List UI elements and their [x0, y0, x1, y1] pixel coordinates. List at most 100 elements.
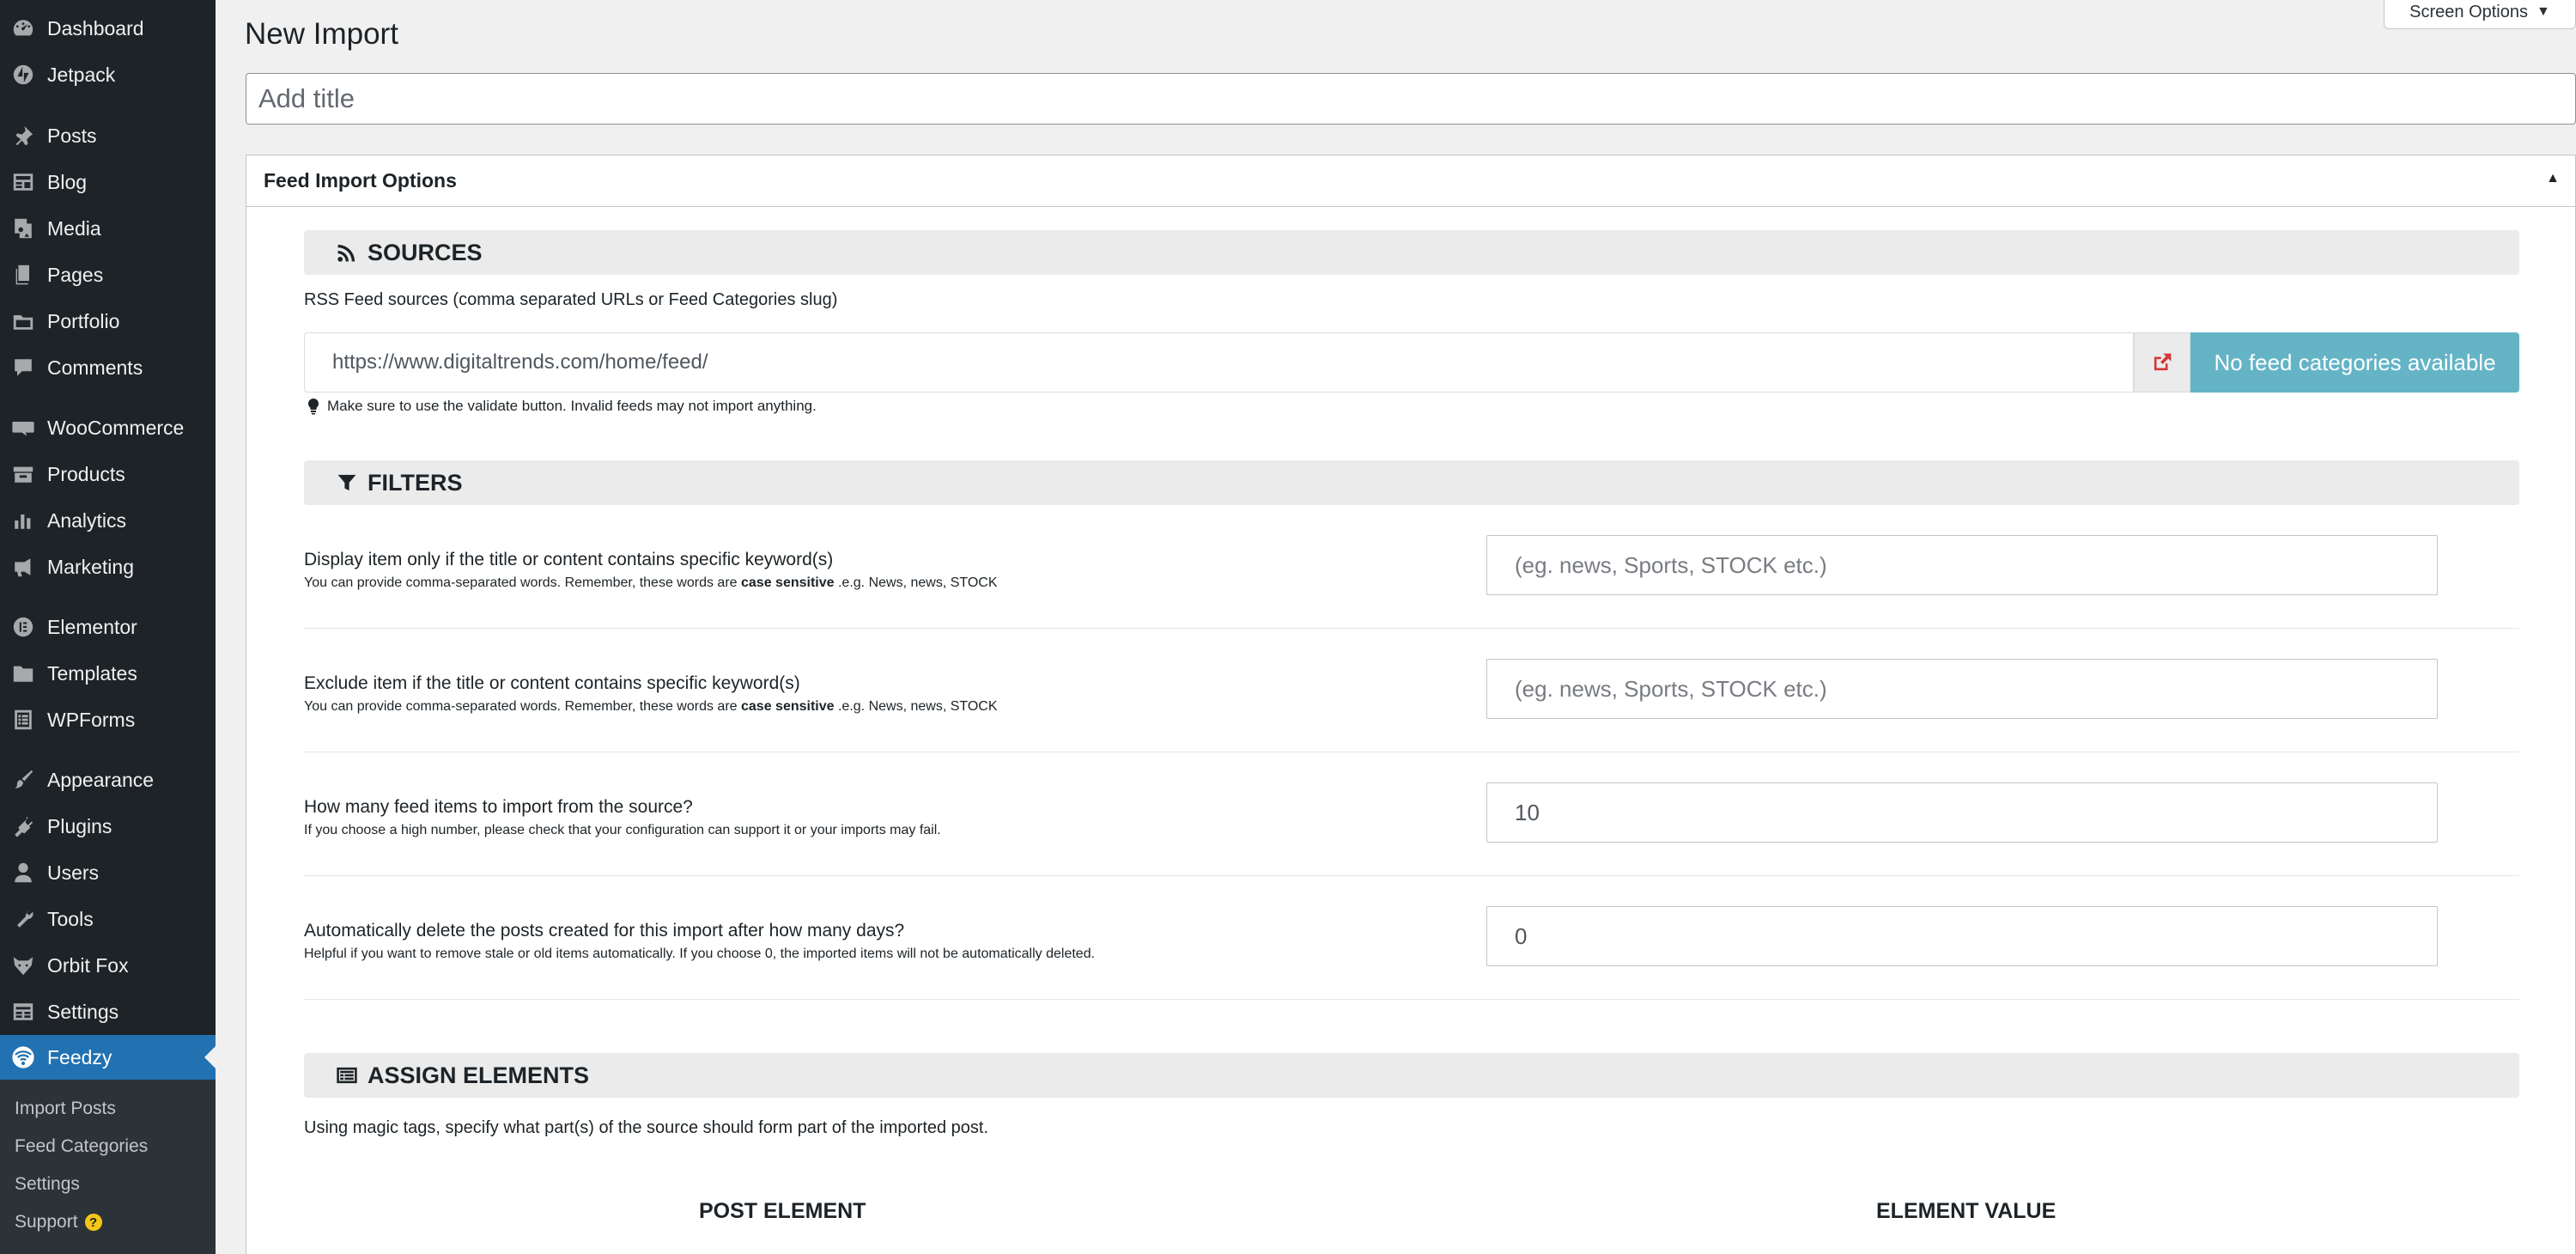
- filter-row-delete-days: Automatically delete the posts created f…: [304, 876, 2519, 1000]
- sidebar-item-appearance[interactable]: Appearance: [0, 758, 216, 802]
- help-bold: case sensitive: [741, 699, 835, 714]
- sidebar-item-dashboard[interactable]: Dashboard: [0, 6, 216, 51]
- jetpack-icon: [10, 62, 36, 88]
- sidebar-item-label: WooCommerce: [47, 416, 185, 439]
- sidebar-item-pages[interactable]: Pages: [0, 253, 216, 297]
- feed-categories-button[interactable]: No feed categories available: [2190, 332, 2519, 393]
- item-count-input[interactable]: [1486, 782, 2438, 843]
- submenu-item-import-posts[interactable]: Import Posts: [15, 1099, 116, 1119]
- exclude-keywords-input[interactable]: [1486, 659, 2438, 719]
- pin-icon: [10, 123, 36, 149]
- admin-sidebar: Dashboard Jetpack Posts Blog Media Pages…: [0, 0, 216, 1254]
- post-title-input[interactable]: [246, 73, 2576, 125]
- sidebar-item-label: Media: [47, 216, 101, 240]
- external-link-icon: [2154, 353, 2172, 371]
- brush-icon: [10, 767, 36, 793]
- feedzy-icon: [10, 1044, 36, 1070]
- sidebar-item-media[interactable]: Media: [0, 206, 216, 251]
- sidebar-item-portfolio[interactable]: Portfolio: [0, 299, 216, 344]
- sidebar-item-products[interactable]: Products: [0, 452, 216, 496]
- sidebar-item-jetpack[interactable]: Jetpack: [0, 52, 216, 97]
- sidebar-item-tools[interactable]: Tools: [0, 897, 216, 941]
- sidebar-item-label: Posts: [47, 124, 97, 147]
- elementor-icon: [10, 614, 36, 640]
- filter-label: How many feed items to import from the s…: [304, 797, 693, 817]
- sidebar-item-label: Tools: [47, 907, 94, 930]
- sidebar-item-label: Templates: [47, 661, 137, 685]
- help-icon: ?: [84, 1214, 102, 1231]
- sidebar-item-templates[interactable]: Templates: [0, 651, 216, 696]
- sidebar-item-orbit-fox[interactable]: Orbit Fox: [0, 943, 216, 988]
- sidebar-item-label: Appearance: [47, 768, 155, 791]
- filter-help: You can provide comma-separated words. R…: [304, 575, 998, 591]
- filter-help: If you choose a high number, please chec…: [304, 823, 941, 837]
- sidebar-item-label: Blog: [47, 170, 88, 193]
- assign-heading: ASSIGN ELEMENTS: [368, 1062, 590, 1088]
- filters-heading: FILTERS: [368, 469, 463, 496]
- delete-days-input[interactable]: [1486, 906, 2438, 966]
- comments-icon: [10, 355, 36, 380]
- sidebar-item-label: Jetpack: [47, 63, 116, 86]
- settings-icon: [10, 999, 36, 1025]
- sidebar-item-analytics[interactable]: Analytics: [0, 498, 216, 543]
- help-text: You can provide comma-separated words. R…: [304, 699, 738, 714]
- sidebar-item-marketing[interactable]: Marketing: [0, 545, 216, 589]
- feed-import-options-box: Feed Import Options ▲ SOURCES RSS Feed s…: [246, 155, 2576, 1254]
- user-icon: [10, 860, 36, 886]
- sources-heading: SOURCES: [368, 239, 483, 265]
- forms-icon: [10, 707, 36, 733]
- filter-label: Exclude item if the title or content con…: [304, 673, 800, 693]
- pages-icon: [10, 262, 36, 288]
- sidebar-item-woocommerce[interactable]: WooCommerce: [0, 405, 216, 450]
- sidebar-item-label: Plugins: [47, 814, 112, 837]
- submenu-item-settings[interactable]: Settings: [15, 1174, 80, 1195]
- feed-url-input[interactable]: [304, 332, 2134, 393]
- metabox-header[interactable]: Feed Import Options ▲: [246, 155, 2575, 207]
- sidebar-item-elementor[interactable]: Elementor: [0, 605, 216, 649]
- woocommerce-icon: [10, 415, 36, 441]
- assign-description: Using magic tags, specify what part(s) o…: [304, 1118, 989, 1137]
- submenu-label: Settings: [15, 1174, 80, 1194]
- sidebar-item-label: Orbit Fox: [47, 953, 129, 977]
- filter-row-exclude: Exclude item if the title or content con…: [304, 629, 2519, 752]
- portfolio-icon: [10, 308, 36, 334]
- products-icon: [10, 461, 36, 487]
- dashboard-icon: [10, 15, 36, 41]
- sidebar-item-settings[interactable]: Settings: [0, 989, 216, 1034]
- sidebar-item-label: Pages: [47, 263, 104, 286]
- filter-row-item-count: How many feed items to import from the s…: [304, 752, 2519, 876]
- sidebar-item-label: Elementor: [47, 615, 137, 638]
- sidebar-item-blog[interactable]: Blog: [0, 160, 216, 204]
- element-value-column-header: ELEMENT VALUE: [1876, 1199, 2057, 1223]
- sidebar-item-plugins[interactable]: Plugins: [0, 804, 216, 849]
- submenu-label: Import Posts: [15, 1099, 116, 1118]
- plug-icon: [10, 813, 36, 839]
- page-title: New Import: [245, 17, 398, 51]
- sources-section-header: SOURCES: [304, 230, 2519, 275]
- collapse-arrow-icon[interactable]: ▲: [2546, 171, 2560, 186]
- help-text: .e.g. News, news, STOCK: [837, 575, 998, 590]
- fox-icon: [10, 953, 36, 978]
- sidebar-item-comments[interactable]: Comments: [0, 345, 216, 390]
- sidebar-item-feedzy[interactable]: Feedzy: [0, 1035, 216, 1080]
- submenu-item-support[interactable]: Support?: [15, 1212, 102, 1233]
- submenu-item-feed-categories[interactable]: Feed Categories: [15, 1136, 148, 1157]
- sidebar-item-users[interactable]: Users: [0, 850, 216, 895]
- sidebar-item-wpforms[interactable]: WPForms: [0, 697, 216, 742]
- sidebar-item-label: WPForms: [47, 708, 136, 731]
- sidebar-item-posts[interactable]: Posts: [0, 113, 216, 158]
- include-keywords-input[interactable]: [1486, 535, 2438, 595]
- post-element-column-header: POST ELEMENT: [699, 1199, 866, 1223]
- folder-icon: [10, 660, 36, 686]
- list-alt-icon: [335, 1063, 359, 1087]
- sidebar-item-label: Analytics: [47, 508, 127, 532]
- validate-feed-button[interactable]: [2134, 332, 2190, 393]
- help-text: You can provide comma-separated words. R…: [304, 575, 738, 590]
- analytics-icon: [10, 508, 36, 533]
- metabox-title: Feed Import Options: [264, 169, 457, 192]
- filter-label: Display item only if the title or conten…: [304, 550, 834, 569]
- sidebar-item-label: Feedzy: [47, 1045, 112, 1068]
- caret-down-icon: ▼: [2537, 4, 2550, 19]
- lightbulb-icon: [307, 398, 319, 415]
- screen-options-button[interactable]: Screen Options ▼: [2384, 0, 2576, 29]
